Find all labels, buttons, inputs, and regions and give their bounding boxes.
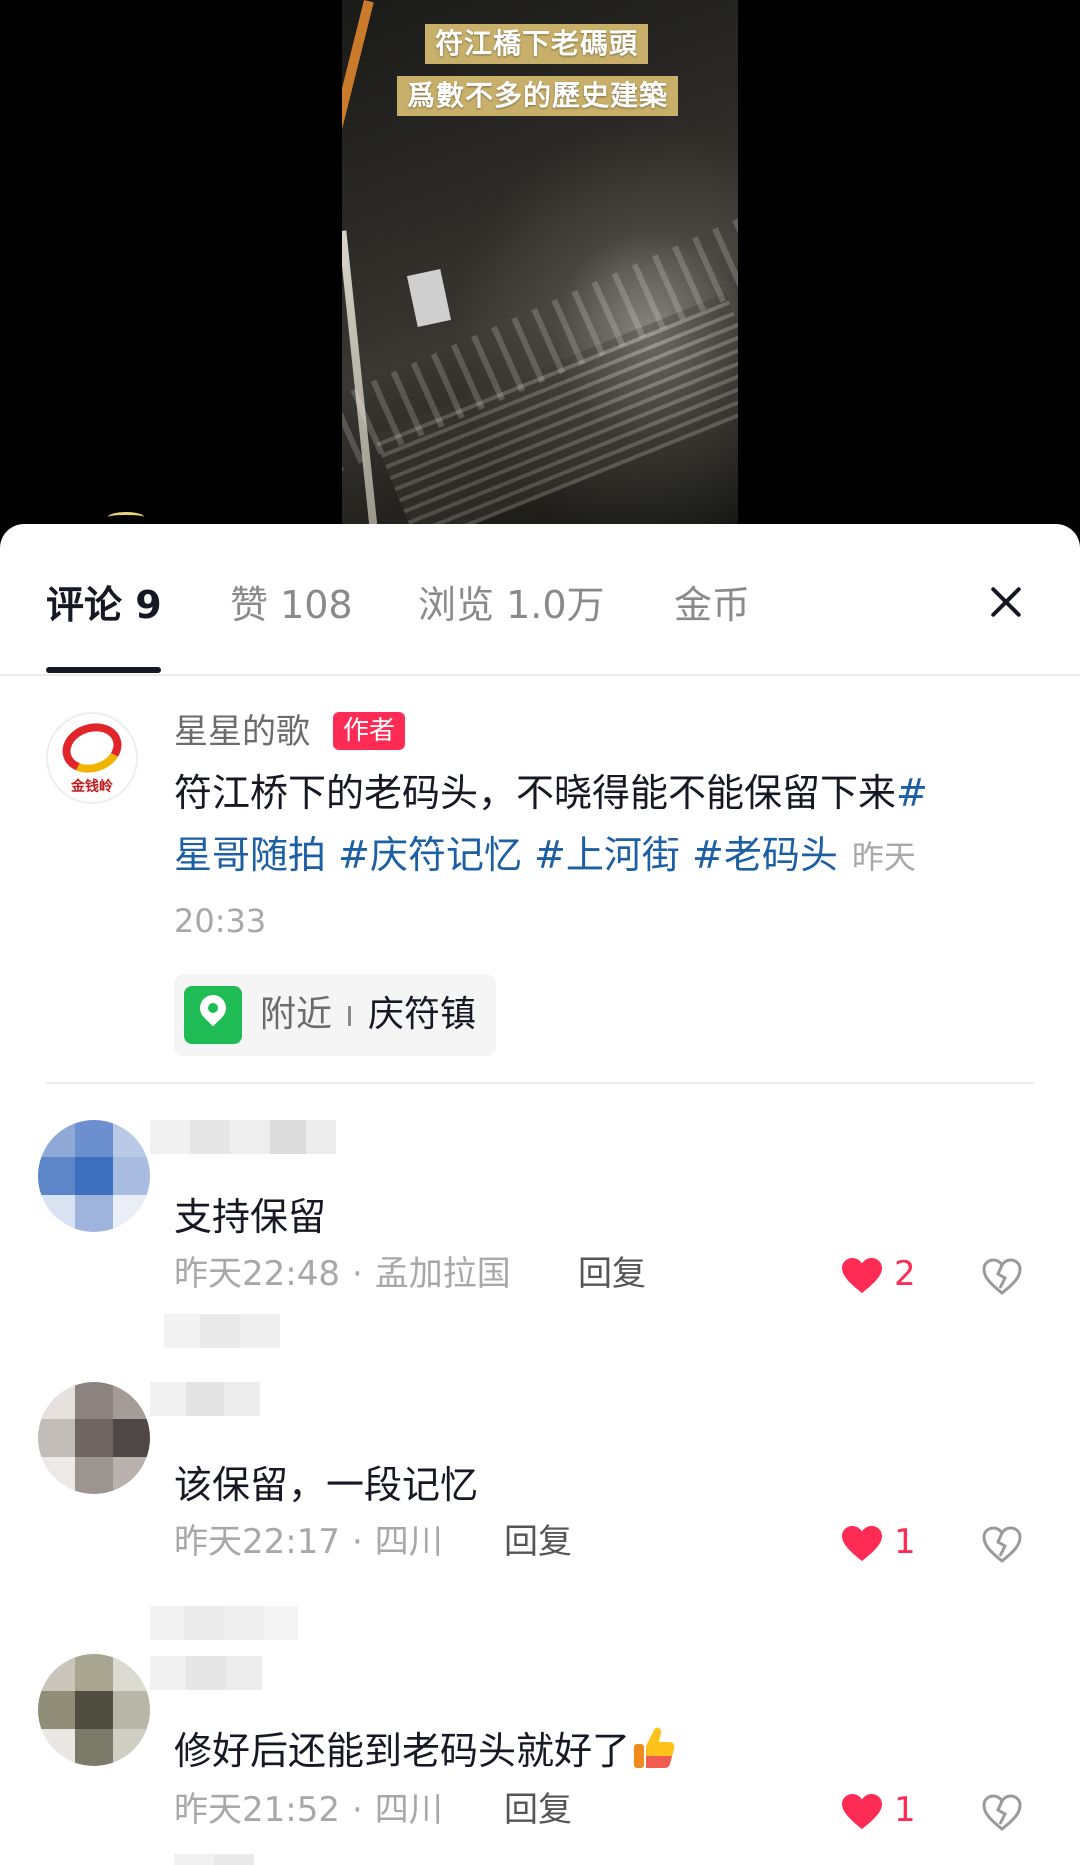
divider — [46, 1082, 1034, 1084]
comment-region: 四川 — [374, 1790, 443, 1830]
reply-button[interactable]: 回复 — [578, 1252, 646, 1296]
location-prefix: 附近 — [260, 994, 333, 1035]
like-button[interactable]: 2 — [842, 1252, 932, 1296]
video-player[interactable]: 符江橋下老碼頭 爲數不多的歷史建築 — [0, 0, 1080, 560]
avatar[interactable] — [38, 1382, 150, 1494]
hashtag-link[interactable]: #老码头 — [692, 833, 838, 877]
avatar[interactable] — [38, 1120, 150, 1232]
heart-icon — [842, 1258, 882, 1293]
location-separator — [348, 1006, 351, 1026]
heart-icon — [842, 1794, 882, 1829]
swipe-hint-icon — [108, 512, 144, 522]
thumbs-up-icon — [634, 1727, 675, 1768]
location-place: 庆符镇 — [368, 994, 477, 1035]
avatar-logo-text: 金钱岭 — [71, 779, 113, 795]
close-icon[interactable] — [984, 580, 1028, 624]
comment-body: 符江桥下的老码头，不晓得能不能保留下来 — [174, 771, 897, 815]
blurred-username — [150, 1382, 260, 1416]
tab-comments[interactable]: 评论 9 — [46, 580, 162, 630]
blurred-username — [164, 1314, 280, 1348]
blurred-username — [150, 1120, 336, 1154]
avatar[interactable]: 金钱岭 — [46, 712, 138, 804]
tab-likes[interactable]: 赞 108 — [230, 580, 353, 630]
reply-button[interactable]: 回复 — [504, 1788, 572, 1832]
board — [406, 269, 452, 327]
avatar[interactable] — [38, 1654, 150, 1766]
like-count: 1 — [894, 1522, 916, 1562]
tab-bar: 评论 9 赞 108 浏览 1.0万 金币 — [0, 524, 1080, 676]
dislike-icon[interactable] — [982, 1526, 1022, 1564]
comment-text: 该保留，一段记忆 — [174, 1463, 479, 1507]
reply-button[interactable]: 回复 — [504, 1520, 572, 1564]
location-pin-icon — [184, 986, 242, 1044]
like-count: 1 — [894, 1790, 916, 1830]
video-caption-line1: 符江橋下老碼頭 — [425, 24, 649, 64]
tab-views[interactable]: 浏览 1.0万 — [418, 580, 605, 630]
comment-time: 昨天21:52 — [174, 1790, 340, 1830]
comment-text: 修好后还能到老码头就好了 — [174, 1720, 676, 1782]
crane-arm — [342, 0, 374, 197]
dislike-icon[interactable] — [982, 1258, 1022, 1296]
author-name[interactable]: 星星的歌 — [174, 710, 310, 754]
blurred-username — [150, 1656, 262, 1690]
tab-coins[interactable]: 金币 — [674, 580, 750, 630]
comment-meta: 昨天21:52 · 四川 — [174, 1790, 443, 1830]
active-tab-indicator — [46, 667, 161, 673]
divider — [0, 674, 1080, 676]
author-comment-text: 符江桥下的老码头，不晓得能不能保留下来#星哥随拍 #庆符记忆 #上河街 #老码头… — [174, 762, 944, 952]
dislike-icon[interactable] — [982, 1794, 1022, 1832]
blurred-username — [150, 1606, 298, 1640]
video-caption-line2: 爲數不多的歷史建築 — [397, 76, 679, 116]
comment-region: 孟加拉国 — [374, 1254, 511, 1294]
comment-meta: 昨天22:48 · 孟加拉国 — [174, 1254, 511, 1294]
comment-text: 支持保留 — [174, 1195, 327, 1239]
author-badge: 作者 — [333, 712, 406, 750]
like-count: 2 — [894, 1254, 916, 1294]
like-button[interactable]: 1 — [842, 1788, 932, 1832]
comment-time: 昨天22:17 — [174, 1522, 340, 1562]
comment-body: 修好后还能到老码头就好了 — [174, 1729, 631, 1773]
hashtag-link[interactable]: #上河街 — [534, 833, 680, 877]
heart-icon — [842, 1526, 882, 1561]
hashtag-link[interactable]: #庆符记忆 — [338, 833, 522, 877]
comment-meta: 昨天22:17 · 四川 — [174, 1522, 443, 1562]
comment-region: 四川 — [374, 1522, 443, 1562]
comment-sheet: 评论 9 赞 108 浏览 1.0万 金币 金钱岭 星星的歌 作者 符江桥下的老… — [0, 524, 1080, 1865]
location-chip[interactable]: 附近 庆符镇 — [174, 974, 496, 1056]
blurred-username — [174, 1854, 254, 1865]
comment-time: 昨天22:48 — [174, 1254, 340, 1294]
logo-icon — [56, 715, 128, 781]
like-button[interactable]: 1 — [842, 1520, 932, 1564]
